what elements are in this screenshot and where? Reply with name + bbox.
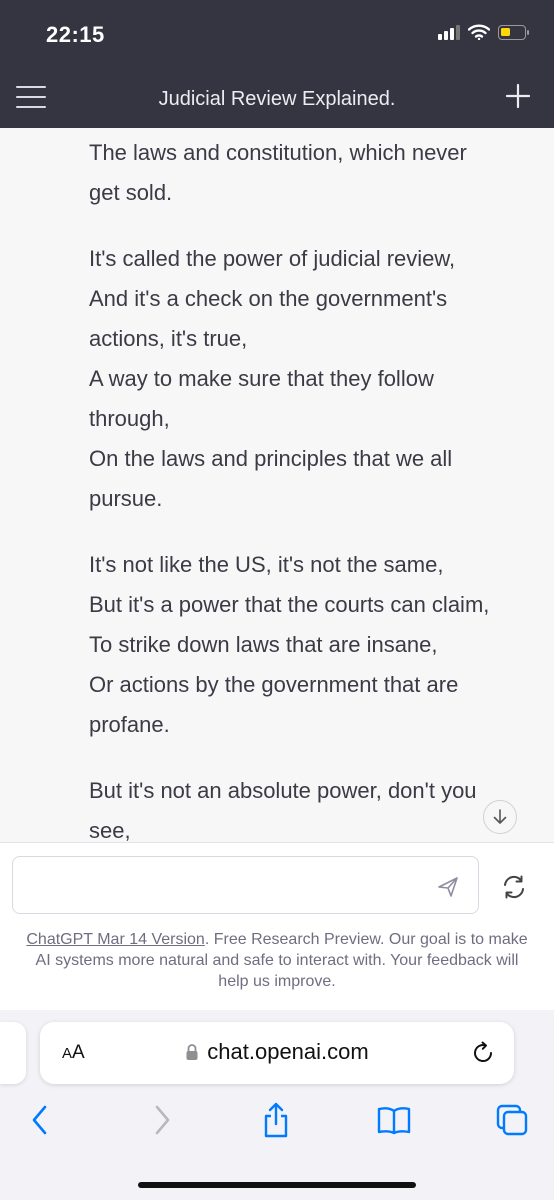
composer-area: ChatGPT Mar 14 Version. Free Research Pr…: [0, 842, 554, 1011]
conversation-title: Judicial Review Explained.: [158, 88, 396, 110]
share-icon: [264, 1102, 288, 1138]
message-line: actions, it's true,: [89, 326, 248, 351]
stanza: The laws and constitution, which never ge…: [89, 133, 509, 213]
message-line: pursue.: [89, 486, 163, 511]
message-line: It's called the power of judicial review…: [89, 246, 456, 271]
chevron-left-icon: [32, 1105, 47, 1135]
message-line: But it's a power that the courts can cla…: [89, 592, 490, 617]
battery-level-fill: [501, 27, 510, 36]
chat-message-area[interactable]: The laws and constitution, which never ge…: [0, 128, 554, 842]
wifi-icon: [468, 24, 490, 40]
url-display[interactable]: chat.openai.com: [40, 1039, 514, 1065]
bookmarks-button[interactable]: [372, 1098, 416, 1142]
refresh-icon[interactable]: [500, 873, 528, 901]
tabs-button[interactable]: [490, 1098, 534, 1142]
message-line: see,: [89, 818, 131, 842]
back-button[interactable]: [18, 1098, 62, 1142]
message-input-box[interactable]: [12, 856, 479, 914]
message-line: A way to make sure that they follow: [89, 366, 434, 391]
stanza: It's not like the US, it's not the same,…: [89, 545, 509, 745]
book-icon: [377, 1107, 411, 1135]
version-link[interactable]: ChatGPT Mar 14 Version: [26, 931, 204, 948]
tabs-icon: [496, 1104, 528, 1136]
share-button[interactable]: [254, 1098, 298, 1142]
lock-icon: [186, 1044, 198, 1060]
message-input[interactable]: [27, 869, 431, 903]
browser-chrome: AA chat.openai.com: [0, 1010, 554, 1200]
message-line: through,: [89, 406, 170, 431]
home-indicator[interactable]: [138, 1182, 416, 1188]
cellular-signal-icon: [438, 24, 460, 40]
reload-icon[interactable]: [470, 1040, 496, 1066]
send-icon[interactable]: [436, 875, 460, 899]
message-line: The laws and constitution, which never: [89, 140, 467, 165]
message-line: To strike down laws that are insane,: [89, 632, 438, 657]
chevron-right-icon: [155, 1105, 170, 1135]
assistant-message: The laws and constitution, which never ge…: [89, 133, 509, 842]
arrow-down-icon: [493, 809, 507, 824]
browser-toolbar: [0, 1098, 554, 1148]
url-text: chat.openai.com: [207, 1039, 369, 1064]
message-line: Or actions by the government that are: [89, 672, 459, 697]
footer-note: ChatGPT Mar 14 Version. Free Research Pr…: [20, 929, 534, 992]
status-bar: 22:15: [0, 0, 554, 68]
message-line: On the laws and principles that we all: [89, 446, 453, 471]
address-bar[interactable]: AA chat.openai.com: [40, 1022, 514, 1084]
scroll-down-button[interactable]: [483, 800, 517, 834]
message-line: It's not like the US, it's not the same,: [89, 552, 444, 577]
message-line: But it's not an absolute power, don't yo…: [89, 778, 477, 803]
message-line: get sold.: [89, 180, 173, 205]
previous-tab-preview[interactable]: [0, 1022, 26, 1084]
stanza: It's called the power of judicial review…: [89, 239, 509, 519]
battery-icon: [498, 24, 529, 40]
message-line: profane.: [89, 712, 170, 737]
status-time: 22:15: [46, 22, 105, 47]
chat-header: Judicial Review Explained.: [0, 68, 554, 128]
forward-button[interactable]: [140, 1098, 184, 1142]
message-line: And it's a check on the government's: [89, 286, 448, 311]
stanza: But it's not an absolute power, don't yo…: [89, 771, 509, 842]
plus-icon[interactable]: [504, 82, 532, 110]
status-icons: [438, 24, 529, 40]
